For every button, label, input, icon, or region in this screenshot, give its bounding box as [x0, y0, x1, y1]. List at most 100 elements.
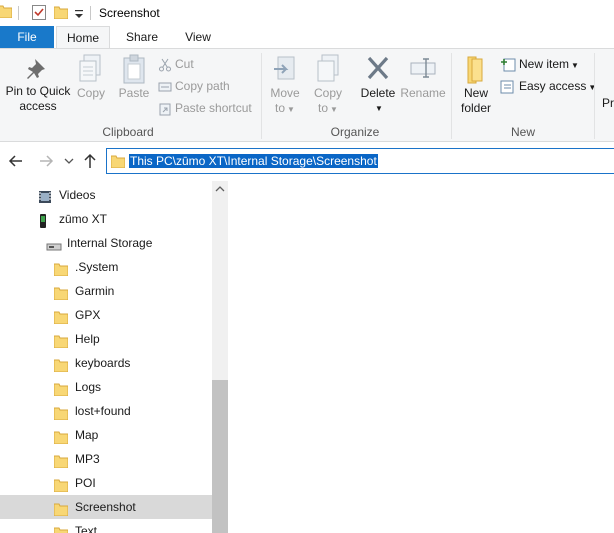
- organize-group-label: Organize: [330, 125, 380, 139]
- folder-icon: [111, 155, 125, 168]
- tree-item-label: Videos: [59, 188, 96, 202]
- tree-item-screenshot[interactable]: Screenshot: [0, 495, 212, 519]
- new-folder-label-line2: folder: [460, 101, 492, 115]
- tree-item-z-mo-xt[interactable]: zūmo XT: [0, 207, 212, 231]
- pin-label-line1: Pin to Quick: [5, 84, 71, 98]
- delete-label: Delete: [360, 86, 396, 100]
- copy-label: Copy: [76, 86, 105, 100]
- tree-item-text[interactable]: Text: [0, 519, 212, 533]
- clipboard-icon: [123, 54, 145, 84]
- new-item-label: New item: [519, 57, 570, 71]
- copy-path-icon: [158, 82, 172, 92]
- forward-arrow-icon[interactable]: [36, 151, 56, 171]
- tree-item-garmin[interactable]: Garmin: [0, 279, 212, 303]
- new-folder-icon: [467, 56, 483, 84]
- move-to-label-line2: to ▼: [275, 101, 295, 115]
- easy-access-button[interactable]: Easy access ▼: [500, 76, 596, 96]
- tab-share[interactable]: Share: [114, 26, 170, 48]
- divider: [594, 53, 595, 139]
- paste-label: Paste: [118, 86, 150, 100]
- move-to-icon: [274, 56, 295, 80]
- copy-path-label: Copy path: [175, 79, 230, 93]
- new-item-icon: [501, 58, 516, 72]
- folder-icon: [53, 524, 69, 533]
- copy-to-label-line2: to ▼: [318, 101, 338, 115]
- properties-icon[interactable]: [32, 5, 46, 20]
- rename-label: Rename: [400, 86, 446, 100]
- tree-item-map[interactable]: Map: [0, 423, 212, 447]
- scrollbar[interactable]: [212, 181, 228, 533]
- tree-item-label: MP3: [75, 452, 100, 466]
- pin-icon: [27, 59, 45, 79]
- tree-item-videos[interactable]: Videos: [0, 183, 212, 207]
- new-folder-button[interactable]: New folder: [456, 53, 496, 115]
- easy-access-label: Easy access: [519, 79, 587, 93]
- scroll-up-icon[interactable]: [212, 181, 228, 197]
- tree-item-label: lost+found: [75, 404, 131, 418]
- delete-dropdown-icon: ▼: [375, 104, 383, 113]
- new-item-button[interactable]: New item ▼: [500, 54, 579, 74]
- move-to-label-line1: Move: [270, 86, 300, 100]
- tree-item-label: Internal Storage: [67, 236, 153, 250]
- tree-item-mp3[interactable]: MP3: [0, 447, 212, 471]
- tree-item-label: Map: [75, 428, 99, 442]
- tree-item-label: keyboards: [75, 356, 131, 370]
- up-arrow-icon[interactable]: [80, 151, 100, 171]
- easy-access-icon: [500, 80, 514, 94]
- customize-toolbar-icon[interactable]: [73, 6, 85, 20]
- chevron-down-icon[interactable]: [62, 151, 76, 171]
- back-arrow-icon[interactable]: [6, 151, 26, 171]
- new-folder-icon[interactable]: [54, 6, 68, 19]
- ribbon-tabs: File Home Share View: [0, 26, 614, 49]
- tree-item-label: Screenshot: [75, 500, 136, 514]
- copy-path-button[interactable]: Copy path: [158, 76, 230, 96]
- scissors-icon: [159, 58, 171, 72]
- copy-to-label-line1: Copy: [313, 86, 342, 100]
- navigation-bar: This PC\zūmo XT\Internal Storage\Screens…: [0, 143, 614, 181]
- copy-icon: [79, 54, 101, 82]
- address-bar[interactable]: This PC\zūmo XT\Internal Storage\Screens…: [106, 148, 614, 174]
- delete-button[interactable]: Delete ▼: [358, 53, 398, 115]
- tree-item-label: Help: [75, 332, 100, 346]
- copy-to-icon: [317, 54, 339, 82]
- copy-button[interactable]: Copy: [74, 53, 108, 100]
- cut-label: Cut: [175, 57, 194, 71]
- tab-view[interactable]: View: [172, 26, 224, 48]
- divider: [451, 53, 452, 139]
- tree-item-label: .System: [75, 260, 119, 274]
- clipboard-group-label: Clipboard: [102, 125, 154, 139]
- move-to-button[interactable]: Move to ▼: [266, 53, 304, 116]
- copy-to-button[interactable]: Copy to ▼: [310, 53, 346, 116]
- divider: [261, 53, 262, 139]
- new-group-label: New: [510, 125, 535, 139]
- tree-item-label: GPX: [75, 308, 101, 322]
- pin-to-quick-access-button[interactable]: Pin to Quick access: [2, 53, 74, 113]
- tree-item-keyboards[interactable]: keyboards: [0, 351, 212, 375]
- tree-item-label: zūmo XT: [59, 212, 108, 226]
- navigation-pane: Videos zūmo XT Internal Storage .System Garm…: [0, 181, 228, 533]
- tree-item-poi[interactable]: POI: [0, 471, 212, 495]
- folder-icon: [0, 5, 12, 18]
- tree-item-logs[interactable]: Logs: [0, 375, 212, 399]
- properties-button[interactable]: Pr: [602, 93, 614, 113]
- paste-shortcut-button[interactable]: Paste shortcut: [158, 98, 252, 118]
- window-title: Screenshot: [99, 6, 160, 20]
- new-folder-label-line1: New: [463, 86, 488, 100]
- file-list-area[interactable]: [229, 181, 614, 533]
- tab-home[interactable]: Home: [56, 26, 110, 49]
- tree-item-gpx[interactable]: GPX: [0, 303, 212, 327]
- tree-item-lost-found[interactable]: lost+found: [0, 399, 212, 423]
- paste-shortcut-icon: [159, 103, 171, 116]
- rename-button[interactable]: Rename: [400, 53, 446, 100]
- title-bar: Screenshot: [0, 0, 614, 26]
- cut-button[interactable]: Cut: [158, 54, 194, 74]
- divider: [18, 6, 19, 20]
- paste-button[interactable]: Paste: [116, 53, 152, 100]
- scrollbar-thumb[interactable]: [212, 380, 228, 533]
- rename-icon: [410, 58, 436, 78]
- tree-item-internal-storage[interactable]: Internal Storage: [0, 231, 212, 255]
- tree-item-system[interactable]: .System: [0, 255, 212, 279]
- address-path[interactable]: This PC\zūmo XT\Internal Storage\Screens…: [129, 154, 378, 168]
- tree-item-help[interactable]: Help: [0, 327, 212, 351]
- tab-file[interactable]: File: [0, 26, 54, 48]
